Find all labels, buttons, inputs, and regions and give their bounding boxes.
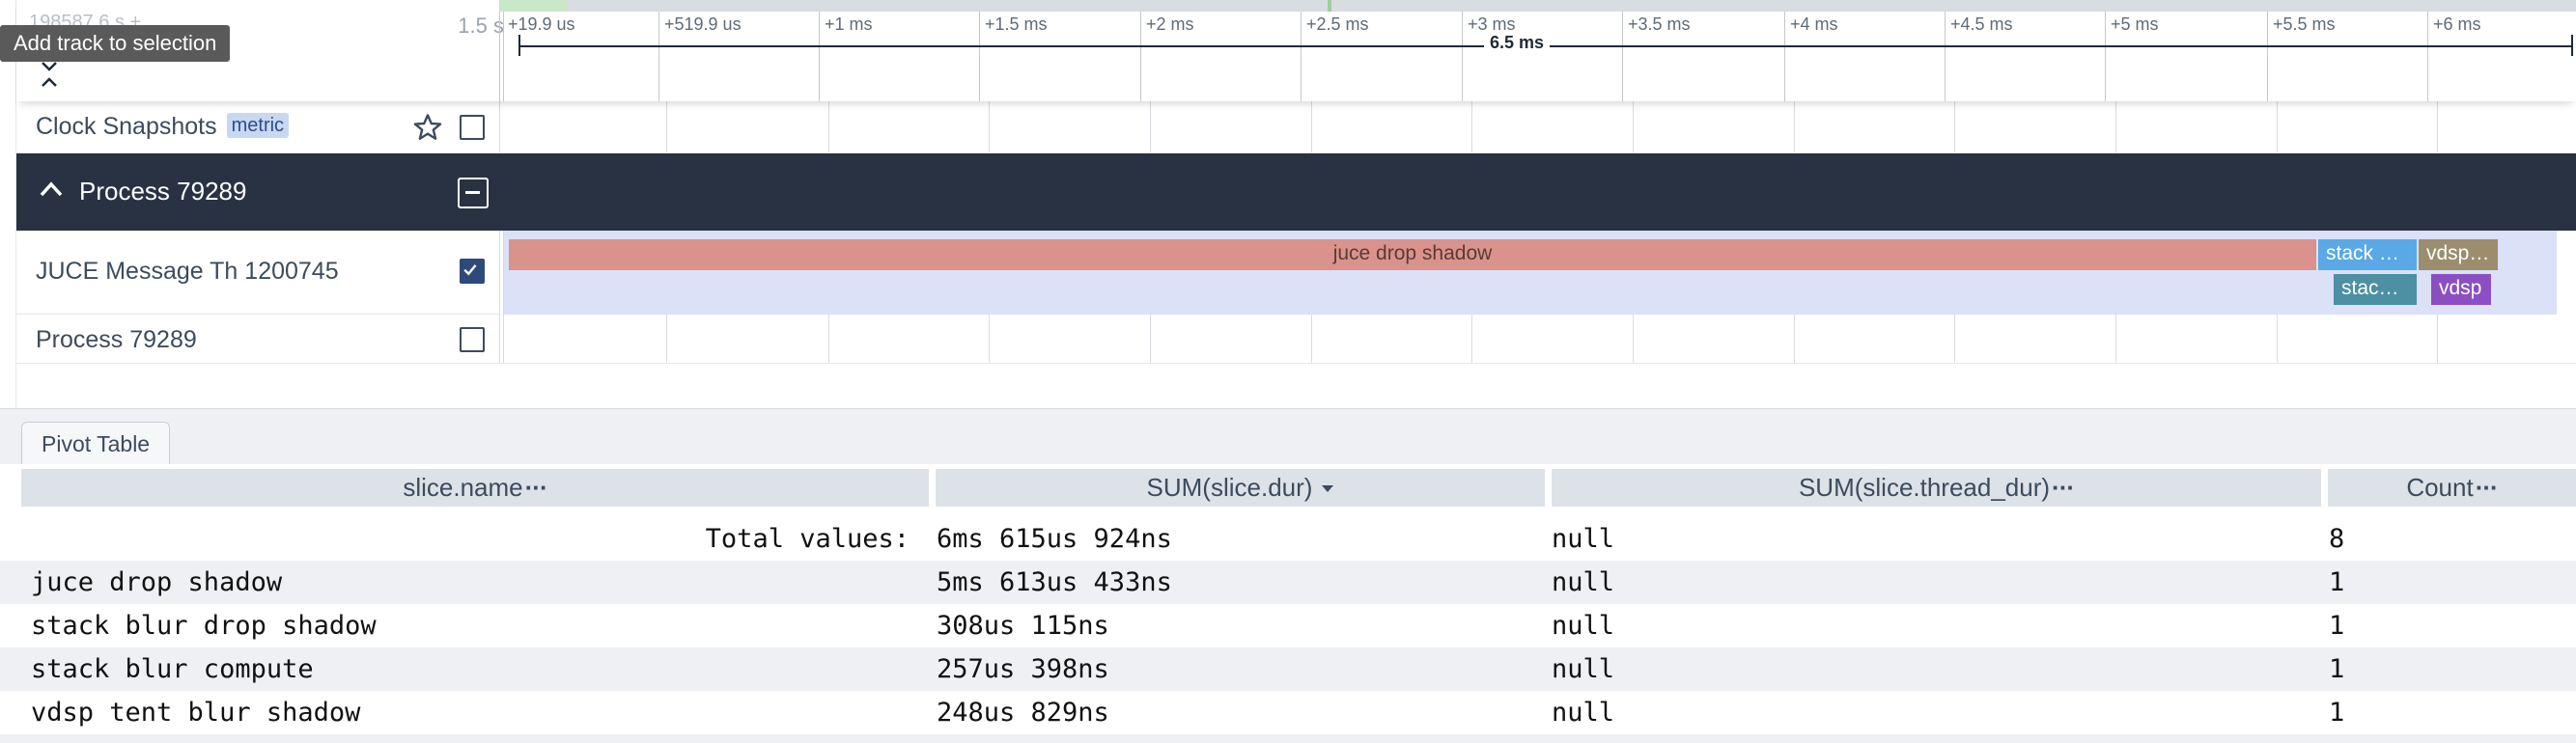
details-panel: Pivot Table slice.name··· SUM(slice.dur)… bbox=[0, 408, 2576, 743]
track-label: Clock Snapshots bbox=[36, 113, 217, 140]
tick-label: +1 ms bbox=[825, 14, 873, 34]
table-row[interactable]: stack blur compute 257us 398ns null 1 bbox=[0, 647, 2576, 691]
tooltip: Add track to selection bbox=[0, 25, 231, 62]
star-icon[interactable] bbox=[412, 112, 443, 143]
cell-name: stack blur compute bbox=[31, 654, 314, 684]
cell-name: stack blur drop shadow bbox=[31, 611, 377, 641]
cell-thread-dur: null bbox=[1552, 567, 1615, 597]
cell-count: 1 bbox=[2329, 698, 2345, 728]
cell-dur: 6ms 615us 924ns bbox=[937, 524, 1172, 554]
track-select-checkbox[interactable] bbox=[460, 259, 485, 284]
column-header-slice-name[interactable]: slice.name··· bbox=[21, 469, 929, 507]
cell-dur: 5ms 613us 433ns bbox=[937, 567, 1172, 597]
slice-juce-drop-shadow[interactable]: juce drop shadow bbox=[509, 239, 2316, 270]
column-menu-icon[interactable]: ··· bbox=[2052, 473, 2075, 502]
tick-label: +5 ms bbox=[2111, 14, 2159, 34]
track-juce-thread[interactable]: JUCE Message Th 1200745 bbox=[16, 231, 499, 315]
cell-name: juce drop shadow bbox=[31, 567, 283, 597]
process-group-header[interactable]: Process 79289 bbox=[16, 153, 2576, 231]
cell-thread-dur: null bbox=[1552, 524, 1615, 554]
table-row[interactable]: stack blur drop shadow 308us 115ns null … bbox=[0, 604, 2576, 647]
table-row-total[interactable]: Total values: 6ms 615us 924ns null 8 bbox=[0, 517, 2576, 561]
cell-count: 1 bbox=[2329, 567, 2345, 597]
tick-label: +19.9 us bbox=[508, 14, 575, 34]
tick-label: +5.5 ms bbox=[2273, 14, 2336, 34]
column-header-count[interactable]: Count··· bbox=[2328, 469, 2576, 507]
timeline-header: 198587.6 s + 1.5 s +19.9 us +519.9 us +1… bbox=[16, 0, 2576, 101]
track-select-checkbox[interactable] bbox=[460, 327, 485, 352]
column-header-sum-dur[interactable]: SUM(slice.dur) bbox=[936, 469, 1545, 507]
track-label: JUCE Message Th 1200745 bbox=[36, 258, 339, 285]
slice-vdsp[interactable]: vdsp bbox=[2431, 274, 2491, 305]
timeline-area: 198587.6 s + 1.5 s +19.9 us +519.9 us +1… bbox=[0, 0, 2576, 408]
track-label: Process 79289 bbox=[36, 326, 197, 353]
sort-desc-icon[interactable] bbox=[1322, 485, 1334, 492]
expand-all-icon[interactable] bbox=[40, 60, 59, 73]
collapse-all-icon[interactable] bbox=[40, 75, 59, 89]
cell-dur: 248us 829ns bbox=[937, 698, 1109, 728]
cell-thread-dur: null bbox=[1552, 698, 1615, 728]
clock-snapshots-lane[interactable] bbox=[499, 101, 2576, 153]
table-row[interactable]: vdsp tent blur shadow 248us 829ns null 1 bbox=[0, 691, 2576, 734]
tick-label: +3 ms bbox=[1468, 14, 1516, 34]
table-row[interactable]: juce drop shadow 5ms 613us 433ns null 1 bbox=[0, 561, 2576, 604]
juce-thread-lane[interactable]: juce drop shadow stack blur drop shadow … bbox=[499, 231, 2576, 315]
checkmark-icon bbox=[463, 264, 477, 276]
tick-label: +3.5 ms bbox=[1628, 14, 1691, 34]
tick-label: +4 ms bbox=[1790, 14, 1838, 34]
tick-label: +1.5 ms bbox=[985, 14, 1048, 34]
cell-count: 1 bbox=[2329, 611, 2345, 641]
track-process[interactable]: Process 79289 bbox=[16, 315, 499, 364]
tick-label: +4.5 ms bbox=[1950, 14, 2013, 34]
selection-span-label: 6.5 ms bbox=[1484, 33, 1551, 53]
cell-count: 8 bbox=[2329, 524, 2345, 554]
tick-label: +2.5 ms bbox=[1306, 14, 1369, 34]
column-menu-icon[interactable]: ··· bbox=[525, 473, 548, 502]
pivot-table: slice.name··· SUM(slice.dur) SUM(slice.t… bbox=[0, 464, 2576, 743]
slice-stack-blur-compute[interactable]: stack blur compute bbox=[2334, 274, 2417, 305]
time-axis: +19.9 us +519.9 us +1 ms +1.5 ms +2 ms +… bbox=[499, 0, 2576, 101]
cell-dur: 257us 398ns bbox=[937, 654, 1109, 684]
cell-name: vdsp tent blur shadow bbox=[31, 698, 361, 728]
cell-thread-dur: null bbox=[1552, 611, 1615, 641]
table-row-partial bbox=[0, 734, 2576, 743]
tick-label: +2 ms bbox=[1146, 14, 1194, 34]
tick-label: +6 ms bbox=[2433, 14, 2481, 34]
tick-label: +519.9 us bbox=[664, 14, 742, 34]
total-label: Total values: bbox=[705, 524, 910, 554]
cell-count: 1 bbox=[2329, 654, 2345, 684]
cell-thread-dur: null bbox=[1552, 654, 1615, 684]
column-menu-icon[interactable]: ··· bbox=[2476, 473, 2499, 502]
tab-pivot-table[interactable]: Pivot Table bbox=[21, 422, 171, 465]
deselect-group-checkbox[interactable] bbox=[458, 178, 489, 208]
cell-dur: 308us 115ns bbox=[937, 611, 1109, 641]
track-select-checkbox[interactable] bbox=[460, 115, 485, 140]
column-header-sum-thread-dur[interactable]: SUM(slice.thread_dur)··· bbox=[1552, 469, 2321, 507]
metric-badge: metric bbox=[226, 113, 290, 138]
slice-stack-blur-drop-shadow[interactable]: stack blur drop shadow bbox=[2318, 239, 2417, 270]
process-lane[interactable] bbox=[499, 315, 2576, 364]
track-clock-snapshots[interactable]: Clock Snapshots metric bbox=[16, 101, 499, 153]
collapse-caret-icon[interactable] bbox=[38, 179, 65, 199]
scale-label: 1.5 s bbox=[458, 14, 504, 38]
process-group-title: Process 79289 bbox=[79, 177, 247, 206]
slice-vdsp-tent-blur-shadow[interactable]: vdsp tent blur shadow bbox=[2419, 239, 2498, 270]
